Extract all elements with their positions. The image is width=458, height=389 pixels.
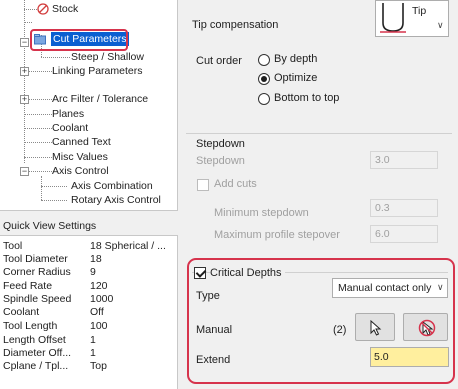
min-stepdown-label: Minimum stepdown	[214, 207, 309, 219]
critical-depths-label: Critical Depths	[210, 267, 285, 279]
tree-item-coolant[interactable]: Coolant	[52, 121, 88, 135]
qv-value: 1000	[90, 293, 114, 305]
collapse-toggle[interactable]: −	[20, 38, 29, 47]
type-label: Type	[196, 290, 220, 302]
tool-tip-icon	[380, 3, 406, 33]
cut-order-label: Cut order	[196, 55, 242, 67]
stepdown-field[interactable]: 3.0	[370, 151, 438, 169]
select-depths-button[interactable]	[355, 313, 395, 341]
stepdown-group-label: Stepdown	[196, 138, 245, 150]
qv-value: 9	[90, 266, 96, 278]
stepdown-label: Stepdown	[196, 155, 245, 167]
stepdown-group	[186, 133, 452, 134]
operation-tree: Stock − Cut Parameters Steep / Shallow +…	[0, 0, 178, 211]
radio-label: By depth	[274, 53, 318, 65]
extend-field[interactable]: 5.0	[370, 347, 449, 367]
tree-connector	[41, 57, 70, 58]
tree-connector	[24, 22, 32, 23]
quick-view-title: Quick View Settings	[3, 220, 97, 232]
chevron-down-icon: ∨	[437, 20, 444, 30]
manual-count: (2)	[333, 324, 347, 336]
qv-value: 18 Spherical / ...	[90, 240, 166, 252]
tree-item-linking-parameters[interactable]: Linking Parameters	[52, 64, 142, 78]
tree-connector	[24, 157, 52, 158]
tree-connector	[24, 114, 52, 115]
tree-item-stock[interactable]: Stock	[52, 2, 78, 16]
radio-by-depth[interactable]	[258, 54, 270, 66]
qv-key: Feed Rate	[3, 280, 53, 292]
type-dropdown-value: Manual contact only	[338, 282, 432, 294]
tree-item-axis-combination[interactable]: Axis Combination	[71, 179, 153, 193]
type-dropdown[interactable]: Manual contact only ∨	[332, 278, 448, 298]
expand-toggle[interactable]: +	[20, 95, 29, 104]
clear-selection-icon	[418, 319, 436, 337]
qv-value: Off	[90, 306, 104, 318]
radio-label: Bottom to top	[274, 92, 340, 104]
tree-connector	[24, 0, 25, 163]
tree-connector	[41, 176, 42, 200]
critical-depths-checkbox[interactable]	[194, 267, 206, 279]
qv-key: Cplane / Tpl...	[3, 360, 69, 372]
tree-connector	[24, 9, 37, 10]
qv-key: Tool Length	[3, 320, 58, 332]
radio-label: Optimize	[274, 72, 318, 84]
qv-key: Tool Diameter	[3, 253, 68, 265]
tree-item-steep-shallow[interactable]: Steep / Shallow	[71, 50, 144, 64]
clear-depths-button[interactable]	[403, 313, 448, 341]
tree-item-misc-values[interactable]: Misc Values	[52, 150, 108, 164]
qv-key: Tool	[3, 240, 23, 252]
annotation-highlight	[30, 29, 128, 51]
radio-optimize[interactable]	[258, 73, 270, 85]
qv-value: 1	[90, 334, 96, 346]
tip-compensation-label: Tip compensation	[192, 19, 279, 31]
qv-key: Corner Radius	[3, 266, 71, 278]
quick-view-settings: Tool 18 Spherical / ... Tool Diameter 18 C…	[0, 235, 178, 389]
qv-value: 100	[90, 320, 108, 332]
expand-toggle[interactable]: +	[20, 67, 29, 76]
tree-item-canned-text[interactable]: Canned Text	[52, 135, 111, 149]
min-stepdown-field[interactable]: 0.3	[370, 199, 438, 217]
add-cuts-label: Add cuts	[214, 178, 257, 190]
parameters-panel: Tip compensation Tip ∨ Cut order By dept…	[180, 0, 458, 389]
extend-label: Extend	[196, 354, 231, 366]
error-icon	[37, 3, 49, 15]
tree-connector	[41, 200, 67, 201]
qv-key: Coolant	[3, 306, 40, 318]
tree-connector	[41, 186, 67, 187]
add-cuts-checkbox[interactable]	[197, 179, 209, 191]
cursor-arrow-icon	[370, 320, 382, 336]
radio-bottom-to-top[interactable]	[258, 93, 270, 105]
manual-label: Manual	[196, 324, 233, 336]
max-stepover-field[interactable]: 6.0	[370, 225, 438, 243]
tree-connector	[24, 128, 52, 129]
qv-value: Top	[90, 360, 107, 372]
tree-item-planes[interactable]: Planes	[52, 107, 84, 121]
tree-item-axis-control[interactable]: Axis Control	[52, 164, 109, 178]
qv-value: 1	[90, 347, 96, 359]
tree-connector	[24, 142, 52, 143]
collapse-toggle[interactable]: −	[20, 167, 29, 176]
tree-item-rotary-axis-control[interactable]: Rotary Axis Control	[71, 193, 161, 207]
chevron-down-icon: ∨	[437, 282, 444, 292]
tree-item-arc-filter[interactable]: Arc Filter / Tolerance	[52, 92, 148, 106]
qv-value: 18	[90, 253, 102, 265]
max-stepover-label: Maximum profile stepover	[214, 229, 340, 241]
qv-value: 120	[90, 280, 108, 292]
tip-compensation-value: Tip	[412, 5, 427, 17]
qv-key: Length Offset	[3, 334, 66, 346]
tip-compensation-dropdown[interactable]: Tip ∨	[375, 0, 449, 37]
qv-key: Spindle Speed	[3, 293, 72, 305]
qv-key: Diameter Off...	[3, 347, 72, 359]
